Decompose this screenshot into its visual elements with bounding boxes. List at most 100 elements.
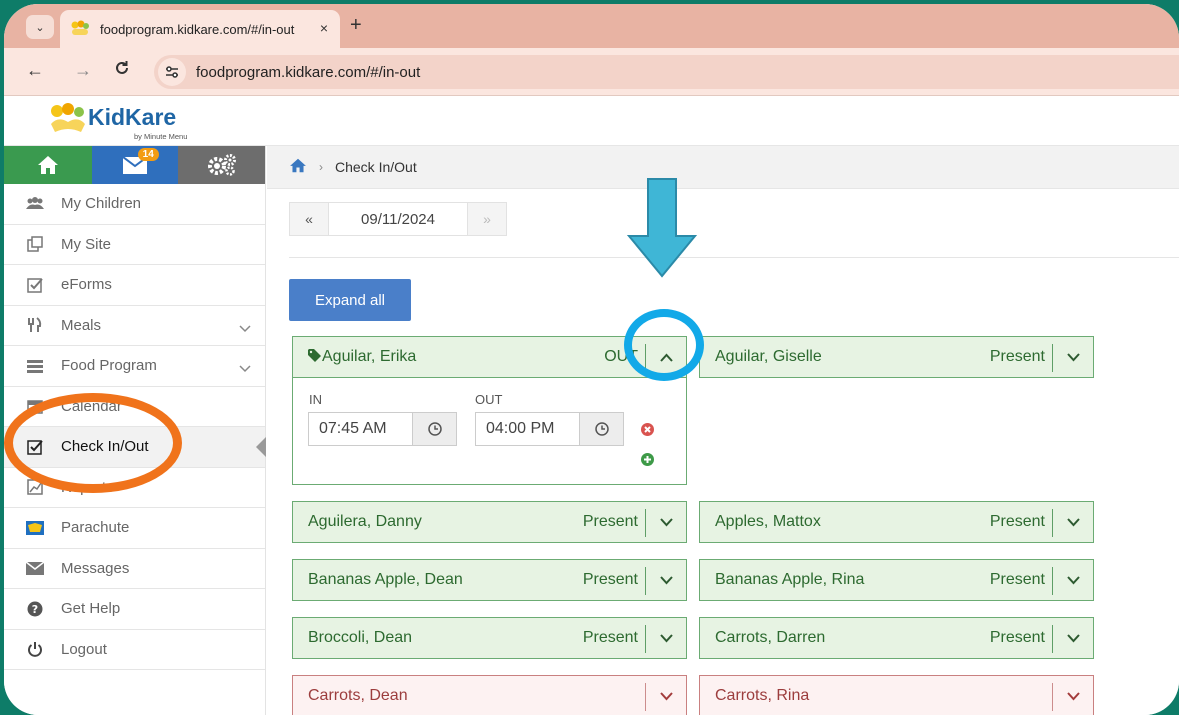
breadcrumb-current: Check In/Out xyxy=(335,159,417,175)
gears-icon xyxy=(207,154,236,176)
add-time-icon[interactable] xyxy=(641,453,654,471)
tab-list-button[interactable]: ⌄ xyxy=(26,15,54,39)
child-name: Bananas Apple, Dean xyxy=(308,571,463,588)
sidebar-item-messages[interactable]: Messages xyxy=(4,549,265,589)
sidebar-item-label: Food Program xyxy=(61,357,157,375)
sidebar-item-label: Get Help xyxy=(61,600,121,618)
child-card[interactable]: Broccoli, Dean Present xyxy=(292,617,687,659)
child-card[interactable]: Carrots, Rina xyxy=(699,675,1094,715)
sidebar-item-food-program[interactable]: Food Program xyxy=(4,346,265,387)
previous-day-button[interactable]: « xyxy=(290,203,328,235)
child-status: Present xyxy=(989,629,1045,646)
breadcrumb-separator-icon: › xyxy=(319,160,323,174)
child-name: Carrots, Dean xyxy=(308,687,408,704)
users-icon xyxy=(26,195,44,213)
reload-icon xyxy=(116,61,128,74)
out-time-field[interactable]: 04:00 PM xyxy=(475,412,624,446)
new-tab-button[interactable]: + xyxy=(350,14,362,37)
reload-button[interactable] xyxy=(114,60,130,81)
browser-tab[interactable]: foodprogram.kidkare.com/#/in-out × xyxy=(60,10,340,48)
parachute-icon xyxy=(26,519,44,537)
sidebar-item-label: Parachute xyxy=(61,519,130,537)
sidebar-item-logout[interactable]: Logout xyxy=(4,630,265,670)
chevron-down-icon xyxy=(659,575,673,584)
fork-knife-icon xyxy=(26,316,44,334)
in-label: IN xyxy=(309,392,322,407)
logo-subtext: by Minute Menu xyxy=(134,132,188,141)
child-status: Present xyxy=(582,629,638,646)
child-card[interactable]: Bananas Apple, Rina Present xyxy=(699,559,1094,601)
chevron-down-icon xyxy=(239,320,251,337)
remove-time-icon[interactable] xyxy=(641,423,654,441)
chevron-down-icon xyxy=(1066,517,1080,526)
chevron-down-icon: ⌄ xyxy=(35,21,45,34)
expand-toggle[interactable] xyxy=(1053,337,1093,377)
child-status: Present xyxy=(989,571,1045,588)
date-value[interactable]: 09/11/2024 xyxy=(328,203,468,235)
home-icon[interactable] xyxy=(289,158,307,176)
tab-title: foodprogram.kidkare.com/#/in-out xyxy=(100,21,295,37)
child-name: Carrots, Rina xyxy=(715,687,810,704)
clock-icon[interactable] xyxy=(412,413,456,445)
pointer-arrow-annotation xyxy=(626,178,698,278)
child-name: Aguilar, Erika xyxy=(308,348,416,366)
expand-toggle[interactable] xyxy=(646,560,686,600)
sidebar-item-eforms[interactable]: eForms xyxy=(4,265,265,306)
kidkare-favicon-icon xyxy=(71,20,89,35)
chevron-down-icon xyxy=(659,633,673,642)
child-name: Apples, Mattox xyxy=(715,513,821,530)
expand-toggle[interactable] xyxy=(1053,502,1093,542)
sidebar-item-parachute[interactable]: Parachute xyxy=(4,508,265,549)
logo-text: KidKare xyxy=(88,104,177,130)
home-icon xyxy=(37,156,58,174)
chevron-down-icon xyxy=(1066,575,1080,584)
tab-close-icon[interactable]: × xyxy=(320,20,328,36)
forward-button[interactable]: → xyxy=(74,60,92,81)
child-status: Present xyxy=(989,513,1045,530)
tag-icon xyxy=(308,348,322,365)
site-info-icon[interactable] xyxy=(158,58,186,86)
in-time-value: 07:45 AM xyxy=(319,420,387,437)
windows-icon xyxy=(26,235,44,253)
date-picker: « 09/11/2024 » xyxy=(289,202,507,236)
sidebar-item-my-children[interactable]: My Children xyxy=(4,184,265,225)
settings-tab[interactable] xyxy=(178,146,266,184)
sidebar-item-meals[interactable]: Meals xyxy=(4,306,265,346)
child-name: Carrots, Darren xyxy=(715,629,826,646)
expand-toggle[interactable] xyxy=(1053,676,1093,715)
power-icon xyxy=(26,640,44,658)
chevron-down-icon xyxy=(659,517,673,526)
mail-count-badge: 14 xyxy=(137,148,159,161)
divider xyxy=(289,257,1179,258)
url-field[interactable]: foodprogram.kidkare.com/#/in-out xyxy=(154,55,1179,89)
child-card[interactable]: Bananas Apple, Dean Present xyxy=(292,559,687,601)
expand-all-button[interactable]: Expand all xyxy=(289,279,411,321)
expand-toggle[interactable] xyxy=(1053,560,1093,600)
next-day-button[interactable]: » xyxy=(468,203,506,235)
expand-toggle[interactable] xyxy=(1053,618,1093,658)
highlight-ellipse-annotation xyxy=(4,393,182,493)
messages-tab[interactable]: 14 xyxy=(91,146,179,184)
out-label: OUT xyxy=(475,392,503,407)
child-card[interactable]: Carrots, Darren Present xyxy=(699,617,1094,659)
envelope-icon xyxy=(26,559,44,577)
expand-toggle[interactable] xyxy=(646,676,686,715)
sidebar-item-my-site[interactable]: My Site xyxy=(4,225,265,265)
browser-window: ⌄ foodprogram.kidkare.com/#/in-out × + ←… xyxy=(4,4,1179,715)
child-card[interactable]: Carrots, Dean xyxy=(292,675,687,715)
clock-icon[interactable] xyxy=(579,413,623,445)
chevron-down-icon xyxy=(239,360,251,377)
home-tab[interactable] xyxy=(4,146,92,184)
child-card[interactable]: Aguilar, Giselle Present xyxy=(699,336,1094,378)
child-name: Broccoli, Dean xyxy=(308,629,413,646)
expand-toggle[interactable] xyxy=(646,618,686,658)
main-content: › Check In/Out « 09/11/2024 » Expand all… xyxy=(267,146,1179,715)
in-time-field[interactable]: 07:45 AM xyxy=(308,412,457,446)
back-button[interactable]: ← xyxy=(26,60,44,81)
sidebar-item-get-help[interactable]: ? Get Help xyxy=(4,589,265,630)
kidkare-logo[interactable]: KidKare by Minute Menu xyxy=(48,100,218,144)
child-card[interactable]: Aguilera, Danny Present xyxy=(292,501,687,543)
expand-toggle[interactable] xyxy=(646,502,686,542)
child-card[interactable]: Apples, Mattox Present xyxy=(699,501,1094,543)
child-name: Aguilar, Giselle xyxy=(715,348,822,365)
